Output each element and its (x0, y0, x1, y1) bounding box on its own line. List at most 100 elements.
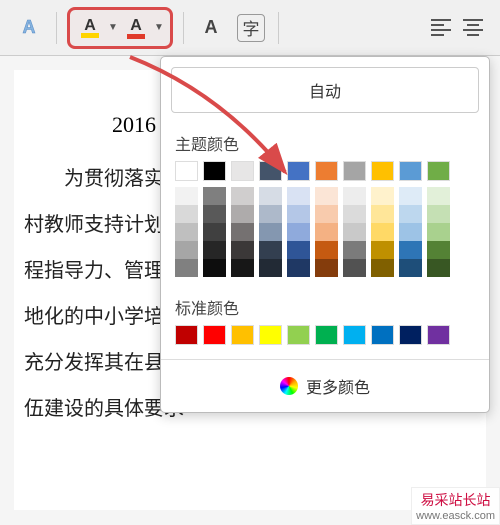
color-swatch[interactable] (203, 205, 226, 223)
color-swatch[interactable] (175, 241, 198, 259)
color-swatch[interactable] (343, 205, 366, 223)
font-color-button[interactable]: A ▼ (120, 12, 166, 44)
color-swatch[interactable] (287, 205, 310, 223)
color-swatch[interactable] (203, 223, 226, 241)
color-swatch[interactable] (315, 259, 338, 277)
color-swatch[interactable] (175, 223, 198, 241)
watermark-en: www.easck.com (416, 510, 495, 522)
color-swatch[interactable] (287, 161, 310, 181)
color-swatch[interactable] (371, 205, 394, 223)
text-effects-button[interactable]: A (12, 11, 46, 45)
color-swatch[interactable] (203, 259, 226, 277)
color-swatch[interactable] (427, 241, 450, 259)
color-swatch[interactable] (231, 205, 254, 223)
color-swatch[interactable] (259, 223, 282, 241)
color-swatch[interactable] (399, 259, 422, 277)
align-center-button[interactable] (458, 13, 488, 43)
color-swatch[interactable] (231, 325, 254, 345)
color-swatch[interactable] (287, 241, 310, 259)
color-swatch[interactable] (259, 205, 282, 223)
color-swatch[interactable] (231, 187, 254, 205)
color-swatch[interactable] (259, 187, 282, 205)
color-swatch[interactable] (203, 161, 226, 181)
color-swatch[interactable] (371, 187, 394, 205)
color-swatch[interactable] (231, 259, 254, 277)
highlight-color-button[interactable]: A ▼ (74, 12, 120, 44)
color-swatch[interactable] (427, 259, 450, 277)
color-swatch[interactable] (427, 161, 450, 181)
watermark: 易采站长站 www.easck.com (411, 487, 500, 525)
change-case-button[interactable]: A (194, 11, 228, 45)
font-color-popup: 自动 主题颜色 标准颜色 更多颜色 (160, 56, 490, 413)
color-swatch[interactable] (427, 325, 450, 345)
color-swatch[interactable] (315, 187, 338, 205)
shade-row (175, 205, 475, 223)
color-swatch[interactable] (231, 223, 254, 241)
color-swatch[interactable] (399, 205, 422, 223)
highlight-icon: A (84, 17, 96, 35)
color-swatch[interactable] (371, 259, 394, 277)
char-format-icon: 字 (237, 14, 265, 42)
color-swatch[interactable] (315, 205, 338, 223)
color-swatch[interactable] (259, 161, 282, 181)
color-swatch[interactable] (203, 325, 226, 345)
shade-row (175, 187, 475, 205)
color-swatch[interactable] (287, 223, 310, 241)
paragraph-align-group (426, 13, 488, 43)
color-swatch[interactable] (175, 205, 198, 223)
color-swatch[interactable] (343, 223, 366, 241)
color-swatch[interactable] (343, 325, 366, 345)
color-swatch[interactable] (371, 161, 394, 181)
color-swatch[interactable] (399, 161, 422, 181)
color-swatch[interactable] (287, 259, 310, 277)
color-swatch[interactable] (371, 223, 394, 241)
color-swatch[interactable] (203, 187, 226, 205)
color-swatch[interactable] (259, 259, 282, 277)
font-color-dropdown[interactable]: ▼ (152, 12, 166, 44)
toolbar-divider (56, 12, 57, 44)
color-swatch[interactable] (175, 259, 198, 277)
color-swatch[interactable] (315, 223, 338, 241)
color-swatch[interactable] (399, 187, 422, 205)
shade-row (175, 259, 475, 277)
color-swatch[interactable] (427, 187, 450, 205)
color-swatch[interactable] (315, 161, 338, 181)
auto-color-button[interactable]: 自动 (171, 67, 479, 113)
color-swatch[interactable] (343, 161, 366, 181)
align-left-button[interactable] (426, 13, 456, 43)
color-swatch[interactable] (259, 325, 282, 345)
color-swatch[interactable] (427, 205, 450, 223)
color-swatch[interactable] (399, 223, 422, 241)
color-swatch[interactable] (203, 241, 226, 259)
color-swatch[interactable] (315, 325, 338, 345)
color-swatch[interactable] (371, 325, 394, 345)
more-colors-label: 更多颜色 (306, 374, 370, 398)
color-swatch[interactable] (231, 241, 254, 259)
color-swatch[interactable] (427, 223, 450, 241)
color-swatch[interactable] (175, 187, 198, 205)
char-format-button[interactable]: 字 (234, 11, 268, 45)
color-swatch[interactable] (231, 161, 254, 181)
color-swatch[interactable] (175, 325, 198, 345)
more-colors-button[interactable]: 更多颜色 (161, 359, 489, 412)
color-swatch[interactable] (343, 241, 366, 259)
color-swatch[interactable] (315, 241, 338, 259)
align-line-icon (467, 24, 479, 26)
align-line-icon (431, 24, 444, 26)
align-line-icon (431, 29, 451, 31)
change-case-icon: A (205, 17, 218, 38)
color-swatch[interactable] (343, 187, 366, 205)
theme-color-row (161, 161, 489, 187)
align-line-icon (463, 29, 483, 31)
highlight-dropdown[interactable]: ▼ (106, 12, 120, 44)
color-swatch[interactable] (399, 241, 422, 259)
color-swatch[interactable] (399, 325, 422, 345)
annotated-color-tools: A ▼ A ▼ (67, 7, 173, 49)
watermark-cn: 易采站长站 (421, 490, 491, 510)
color-swatch[interactable] (371, 241, 394, 259)
color-swatch[interactable] (287, 325, 310, 345)
color-swatch[interactable] (259, 241, 282, 259)
color-swatch[interactable] (287, 187, 310, 205)
color-swatch[interactable] (343, 259, 366, 277)
color-swatch[interactable] (175, 161, 198, 181)
